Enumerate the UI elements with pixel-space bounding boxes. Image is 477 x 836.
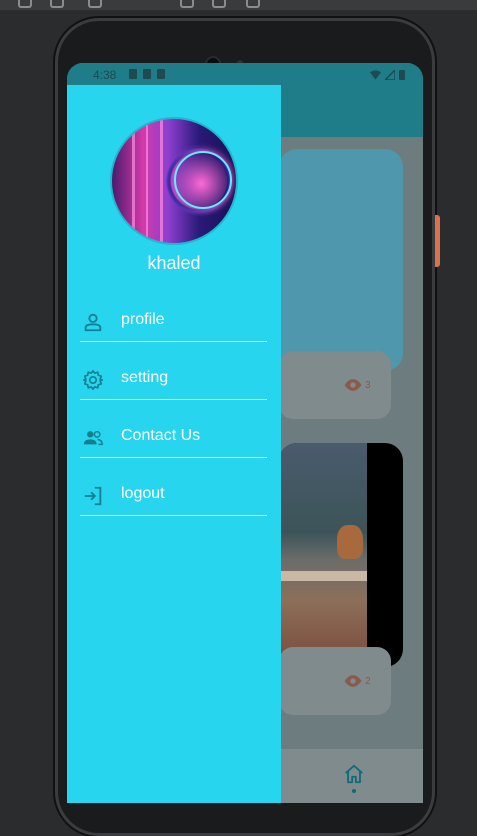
person-icon xyxy=(84,313,102,332)
menu-item-label: Contact Us xyxy=(121,427,201,444)
avatar-art xyxy=(160,119,163,243)
menu-item-label: logout xyxy=(121,485,165,502)
username: khaled xyxy=(147,253,201,273)
home-icon[interactable] xyxy=(343,763,365,785)
toolbar-icon[interactable] xyxy=(212,0,226,8)
menu-item-label: setting xyxy=(121,369,169,386)
avatar-art xyxy=(174,151,232,209)
views-count: 2 xyxy=(343,674,371,688)
power-button[interactable] xyxy=(435,215,440,267)
people-icon xyxy=(83,430,103,446)
navigation-drawer: khaled profile setting Contact Us logout xyxy=(67,85,281,803)
toolbar-icon[interactable] xyxy=(246,0,260,8)
status-bar: 4:38 xyxy=(67,63,423,87)
views-count-text: 3 xyxy=(365,379,371,391)
avatar[interactable] xyxy=(110,117,238,245)
toolbar-icon[interactable] xyxy=(50,0,64,8)
avatar-art xyxy=(132,119,135,243)
feed-card-image[interactable] xyxy=(279,149,403,371)
gear-icon xyxy=(83,370,103,390)
toolbar-icon[interactable] xyxy=(88,0,102,8)
notification-icon xyxy=(129,69,137,79)
avatar-art xyxy=(146,119,148,243)
status-time: 4:38 xyxy=(93,68,117,82)
feed-card-info[interactable]: 2 xyxy=(279,647,391,715)
feed-card-image[interactable] xyxy=(279,443,403,667)
host-toolbar xyxy=(0,0,477,10)
notification-icons xyxy=(129,69,165,79)
menu-item-label: profile xyxy=(121,311,165,328)
phone-screen: 3 2 4:38 khaled profile setting Contact … xyxy=(67,63,423,803)
views-count: 3 xyxy=(343,378,371,392)
menu-item-setting[interactable]: setting xyxy=(80,359,267,400)
eye-icon xyxy=(344,675,362,687)
cartoon-scene-detail xyxy=(279,571,367,581)
signal-icon xyxy=(385,69,395,80)
system-icons xyxy=(370,69,405,80)
menu-item-contact-us[interactable]: Contact Us xyxy=(80,417,267,458)
active-tab-indicator xyxy=(352,789,356,793)
cartoon-mouse xyxy=(337,525,363,559)
toolbar-icon[interactable] xyxy=(18,0,32,8)
toolbar-icon[interactable] xyxy=(180,0,194,8)
sync-icon xyxy=(157,69,165,79)
eye-icon xyxy=(344,379,362,391)
wifi-icon xyxy=(370,69,381,80)
views-count-text: 2 xyxy=(365,675,371,687)
feed-card-info[interactable]: 3 xyxy=(279,351,391,419)
logout-icon xyxy=(84,486,102,506)
menu-item-profile[interactable]: profile xyxy=(80,301,267,342)
sd-card-icon xyxy=(143,69,151,79)
battery-icon xyxy=(399,70,405,80)
menu-item-logout[interactable]: logout xyxy=(80,475,267,516)
